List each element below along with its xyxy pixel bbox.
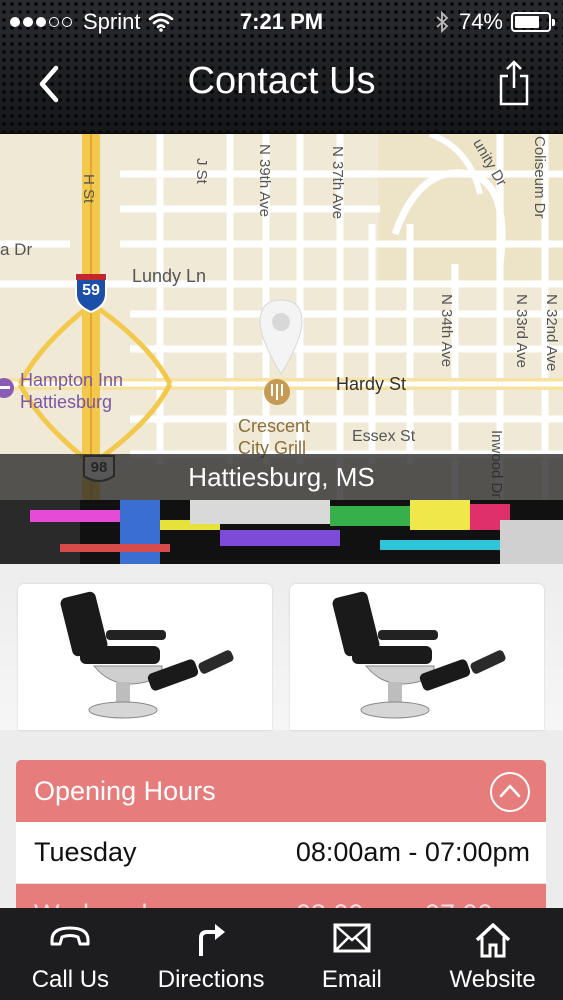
rendering-artifact <box>0 500 563 564</box>
map-label: 59 <box>82 282 100 299</box>
map-label: Coliseum Dr <box>531 136 548 219</box>
bottom-toolbar: Call Us Directions Email Website <box>0 908 563 1000</box>
email-icon <box>333 923 371 953</box>
map-label: a Dr <box>0 240 33 259</box>
opening-hours-panel: Opening Hours Tuesday 08:00am - 07:00pm … <box>16 760 546 929</box>
header: Sprint 7:21 PM 74% Contact Us <box>0 0 563 134</box>
map-label: Hardy St <box>336 374 407 394</box>
website-button[interactable]: Website <box>422 908 563 1000</box>
map-label: J St <box>193 158 210 184</box>
gallery-card[interactable] <box>18 584 272 730</box>
bluetooth-icon <box>436 11 449 33</box>
map-label: Crescent <box>238 416 311 436</box>
share-button[interactable] <box>497 58 531 108</box>
map-label: N 39th Ave <box>256 144 273 218</box>
opening-hours-header[interactable]: Opening Hours <box>16 760 546 822</box>
battery-icon <box>511 12 555 32</box>
status-right: 74% <box>435 9 555 35</box>
status-bar: Sprint 7:21 PM 74% <box>0 0 563 44</box>
hours-day: Tuesday <box>34 837 137 867</box>
map-label: N 37th Ave <box>329 146 346 220</box>
call-us-label: Call Us <box>31 966 110 993</box>
barber-chair-image <box>332 591 506 719</box>
home-icon <box>475 923 510 958</box>
map-label: Essex St <box>352 428 416 445</box>
share-icon <box>499 60 529 106</box>
map-label: Lundy Ln <box>132 266 207 286</box>
email-label: Email <box>321 966 382 993</box>
map-label: Hampton Inn <box>20 370 124 390</box>
photo-gallery <box>0 564 563 730</box>
chevron-up-icon <box>499 784 521 798</box>
directions-button[interactable]: Directions <box>141 908 282 1000</box>
phone-icon <box>50 926 90 946</box>
barber-chair-image <box>60 591 234 719</box>
map-label: N 34th Ave <box>438 294 455 368</box>
map-label: N 33rd Ave <box>513 294 530 368</box>
gallery-card[interactable] <box>290 584 544 730</box>
email-button[interactable]: Email <box>282 908 423 1000</box>
map-label: H St <box>80 174 97 204</box>
collapse-button[interactable] <box>490 772 530 812</box>
opening-hours-title: Opening Hours <box>34 776 216 806</box>
map-location-caption: Hattiesburg, MS <box>0 454 563 500</box>
map-label: Hattiesburg <box>20 392 113 412</box>
map-label: N 32nd Ave <box>543 294 560 372</box>
hours-row: Tuesday 08:00am - 07:00pm <box>16 822 546 884</box>
directions-icon <box>199 924 226 956</box>
page-title: Contact Us <box>187 60 376 102</box>
call-us-button[interactable]: Call Us <box>0 908 141 1000</box>
battery-percent: 74% <box>458 9 503 34</box>
contact-us-screen: Sprint 7:21 PM 74% Contact Us a Dr Lundy… <box>0 0 563 1000</box>
website-label: Website <box>449 966 536 993</box>
hours-time: 08:00am - 07:00pm <box>295 837 530 867</box>
directions-label: Directions <box>157 966 265 993</box>
